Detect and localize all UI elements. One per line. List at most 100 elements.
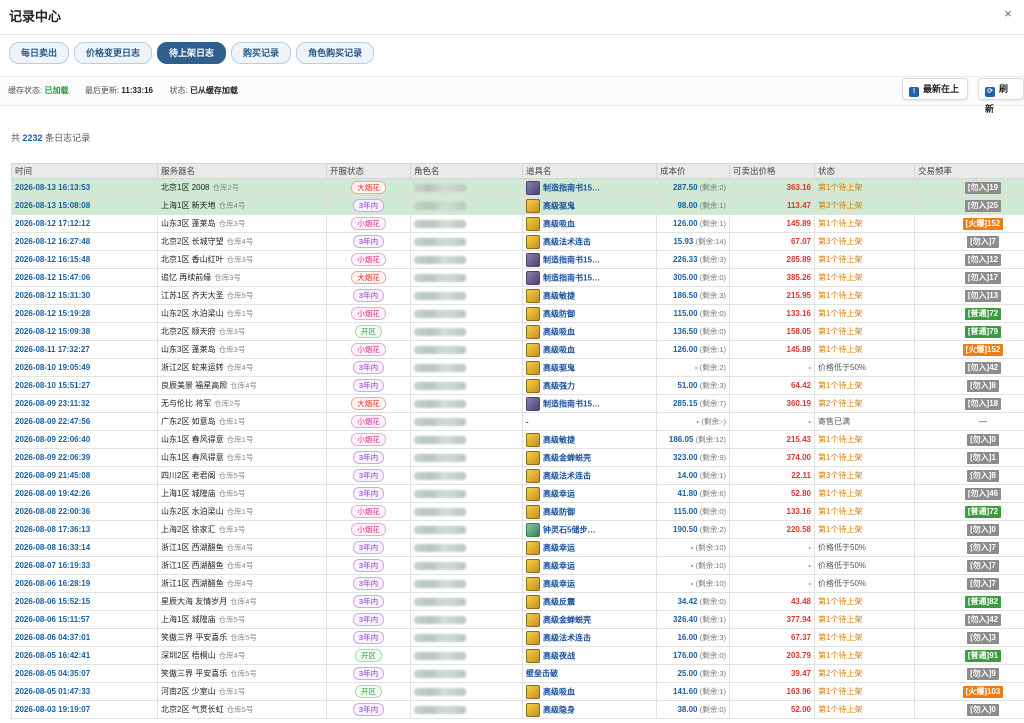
tab-price-change-log[interactable]: 价格变更日志 xyxy=(74,42,153,64)
item-name[interactable]: 高级法术连击 xyxy=(543,633,591,642)
table-row[interactable]: 2026-08-06 16:28:19 浙江1区 西湖醋鱼 仓库4号 3年内 高级幸运 -… xyxy=(11,574,1024,593)
warehouse-label: 仓库4号 xyxy=(226,363,254,372)
table-row[interactable]: 2026-08-12 17:12:12 山东3区 蓬莱岛 仓库3号 小烟花 高级吸血 12… xyxy=(11,214,1024,233)
warehouse-label: 仓库4号 xyxy=(226,543,254,552)
col-trade-frequency[interactable]: 交易频率 xyxy=(914,163,1024,179)
item-name[interactable]: 高级幸运 xyxy=(543,561,575,570)
item-name[interactable]: 高级敏捷 xyxy=(543,291,575,300)
item-name[interactable]: 高级幸运 xyxy=(543,579,575,588)
item-name[interactable]: 高级法术连击 xyxy=(543,471,591,480)
item-name[interactable]: 高级夜战 xyxy=(543,651,575,660)
cell-status: 第1个待上架 xyxy=(814,286,915,305)
tab-pending-listing-log[interactable]: 待上架日志 xyxy=(157,42,227,64)
table-row[interactable]: 2026-08-13 15:08:08 上海1区 新天地 仓库4号 3年内 高级驱鬼 98… xyxy=(11,196,1024,215)
item-name[interactable]: 高级防御 xyxy=(543,507,575,516)
item-gold-icon xyxy=(526,198,540,213)
table-row[interactable]: 2026-08-09 23:11:32 无与伦比 将军 仓库2号 大烟花 制造指南书15… xyxy=(11,394,1024,413)
remaining-count: (剩余:2) xyxy=(699,363,726,372)
table-row[interactable]: 2026-08-06 15:52:15 星辰大海 友情岁月 仓库4号 3年内 高级反震 3… xyxy=(11,592,1024,611)
table-row[interactable]: 2026-08-10 15:51:27 良辰美景 福星高照 仓库4号 3年内 高级强力 5… xyxy=(11,376,1024,395)
item-name[interactable]: 高级金蝉蜕壳 xyxy=(543,453,591,462)
tab-purchase-records[interactable]: 购买记录 xyxy=(231,42,292,64)
table-row[interactable]: 2026-08-08 22:00:36 山东2区 水泊梁山 仓库1号 小烟花 高级防御 1… xyxy=(11,502,1024,521)
col-server-age[interactable]: 开服状态 xyxy=(326,163,411,179)
table-row[interactable]: 2026-08-09 22:06:40 山东1区 春风得意 仓库1号 小烟花 高级敏捷 1… xyxy=(11,430,1024,449)
item-name[interactable]: 钟灵石5储步… xyxy=(543,525,595,534)
remaining-count: (剩余:1) xyxy=(699,219,726,228)
table-row[interactable]: 2026-08-07 16:19:33 浙江1区 西湖醋鱼 仓库4号 3年内 高级幸运 -… xyxy=(11,556,1024,575)
table-row[interactable]: 2026-08-10 19:05:49 浙江2区 蛇来运转 仓库4号 3年内 高级驱鬼 -… xyxy=(11,358,1024,377)
table-row[interactable]: 2026-08-12 16:15:48 北京1区 香山红叶 仓库3号 小烟花 制造指南书… xyxy=(11,250,1024,269)
cell-sell-price: 163.96 xyxy=(729,682,815,701)
table-row[interactable]: 2026-08-09 22:47:56 广东2区 如意岛 仓库1号 小烟花 - - (剩余… xyxy=(11,412,1024,431)
table-row[interactable]: 2026-08-12 15:31:30 江苏1区 齐天大圣 仓库5号 3年内 高级敏捷 1… xyxy=(11,286,1024,305)
cell-cost: - (剩余:-) xyxy=(656,412,730,431)
tab-character-purchase-records[interactable]: 角色购买记录 xyxy=(296,42,375,64)
table-row[interactable]: 2026-08-09 19:42:26 上海1区 城隍庙 仓库5号 3年内 高级幸运 41… xyxy=(11,484,1024,503)
cell-server: 北京2区 长城守望 仓库4号 xyxy=(157,232,327,251)
item-name[interactable]: 壁垒击破 xyxy=(526,669,558,678)
cell-item: 高级夜战 xyxy=(522,646,657,665)
col-sell-price[interactable]: 可卖出价格 xyxy=(729,163,815,179)
item-name[interactable]: 高级吸血 xyxy=(543,219,575,228)
cost-value: - xyxy=(696,417,700,426)
col-status[interactable]: 状态 xyxy=(814,163,915,179)
table-row[interactable]: 2026-08-06 15:11:57 上海1区 城隍庙 仓库5号 3年内 高级金蝉蜕壳… xyxy=(11,610,1024,629)
item-name[interactable]: 高级反震 xyxy=(543,597,575,606)
cell-item: 高级吸血 xyxy=(522,322,657,341)
item-name[interactable]: 制造指南书15… xyxy=(543,273,600,282)
table-row[interactable]: 2026-08-05 04:35:07 笑傲三界 平安喜乐 仓库5号 3年内 壁垒击破 2… xyxy=(11,664,1024,683)
table-row[interactable]: 2026-08-11 17:32:27 山东3区 蓬莱岛 仓库3号 小烟花 高级吸血 12… xyxy=(11,340,1024,359)
refresh-button[interactable]: ⟳ 刷新 xyxy=(978,78,1024,114)
table-row[interactable]: 2026-08-06 04:37:01 笑傲三界 平安喜乐 仓库5号 3年内 高级法术连… xyxy=(11,628,1024,647)
cell-time: 2026-08-05 04:35:07 xyxy=(11,664,158,683)
item-name[interactable]: 高级幸运 xyxy=(543,489,575,498)
item-name[interactable]: 制造指南书15… xyxy=(543,399,600,408)
col-item[interactable]: 道具名 xyxy=(522,163,657,179)
cell-item: 高级幸运 xyxy=(522,538,657,557)
item-name[interactable]: 高级吸血 xyxy=(543,687,575,696)
item-name[interactable]: 高级防御 xyxy=(543,309,575,318)
cell-item: 高级幸运 xyxy=(522,574,657,593)
table-row[interactable]: 2026-08-08 16:33:14 浙江1区 西湖醋鱼 仓库4号 3年内 高级幸运 -… xyxy=(11,538,1024,557)
table-row[interactable]: 2026-08-05 01:47:33 河南2区 少室山 仓库1号 开区 高级吸血 141… xyxy=(11,682,1024,701)
table-row[interactable]: 2026-08-05 16:42:41 深圳2区 梧桐山 仓库4号 开区 高级夜战 176… xyxy=(11,646,1024,665)
item-gold-icon xyxy=(526,594,540,609)
cell-character xyxy=(410,520,523,539)
item-name[interactable]: 高级强力 xyxy=(543,381,575,390)
table-row[interactable]: 2026-08-12 16:27:48 北京2区 长城守望 仓库4号 3年内 高级法术连… xyxy=(11,232,1024,251)
table-row[interactable]: 2026-08-09 22:06:39 山东1区 春风得意 仓库1号 3年内 高级金蝉蜕… xyxy=(11,448,1024,467)
table-row[interactable]: 2026-08-13 16:13:53 北京1区 2008 仓库2号 大烟花 制造指南书… xyxy=(11,178,1024,197)
table-row[interactable]: 2026-08-03 19:19:07 北京2区 气贯长虹 仓库5号 3年内 高级隐身 3… xyxy=(11,700,1024,719)
log-table-container[interactable]: 时间 服务器名 开服状态 角色名 道具名 成本价 可卖出价格 状态 交易频率 2… xyxy=(11,163,1024,723)
latest-first-button[interactable]: ! 最新在上 xyxy=(902,78,969,100)
table-row[interactable]: 2026-08-09 21:45:08 四川2区 老君阁 仓库5号 3年内 高级法术连击… xyxy=(11,466,1024,485)
table-row[interactable]: 2026-08-12 15:47:06 追忆 再续前缘 仓库3号 大烟花 制造指南书15… xyxy=(11,268,1024,287)
item-name[interactable]: - xyxy=(526,417,529,426)
item-name[interactable]: 高级幸运 xyxy=(543,543,575,552)
table-row[interactable]: 2026-08-12 15:09:38 北京2区 顺天府 仓库3号 开区 高级吸血 136… xyxy=(11,322,1024,341)
server-age-badge: 小烟花 xyxy=(351,415,386,428)
server-name: 北京2区 长城守望 xyxy=(161,237,224,246)
item-name[interactable]: 制造指南书15… xyxy=(543,255,600,264)
item-name[interactable]: 高级驱鬼 xyxy=(543,201,575,210)
table-row[interactable]: 2026-08-12 15:19:28 山东2区 水泊梁山 仓库1号 小烟花 高级防御 1… xyxy=(11,304,1024,323)
col-cost[interactable]: 成本价 xyxy=(656,163,730,179)
col-server[interactable]: 服务器名 xyxy=(157,163,327,179)
table-row[interactable]: 2026-08-08 17:36:13 上海2区 徐家汇 仓库3号 小烟花 钟灵石5储步… xyxy=(11,520,1024,539)
cell-trade-frequency: [勿入]7 xyxy=(914,538,1024,557)
item-name[interactable]: 高级金蝉蜕壳 xyxy=(543,615,591,624)
item-name[interactable]: 高级法术连击 xyxy=(543,237,591,246)
cost-value: - xyxy=(690,543,694,552)
tab-daily-sales[interactable]: 每日卖出 xyxy=(9,42,70,64)
item-name[interactable]: 高级隐身 xyxy=(543,705,575,714)
col-character[interactable]: 角色名 xyxy=(410,163,523,179)
item-name[interactable]: 高级吸血 xyxy=(543,327,575,336)
item-name[interactable]: 高级敏捷 xyxy=(543,435,575,444)
item-name[interactable]: 高级吸血 xyxy=(543,345,575,354)
col-time[interactable]: 时间 xyxy=(11,163,158,179)
item-name[interactable]: 制造指南书15… xyxy=(543,183,600,192)
blurred-character-name xyxy=(414,597,466,606)
item-name[interactable]: 高级驱鬼 xyxy=(543,363,575,372)
close-icon[interactable]: × xyxy=(1000,6,1016,22)
